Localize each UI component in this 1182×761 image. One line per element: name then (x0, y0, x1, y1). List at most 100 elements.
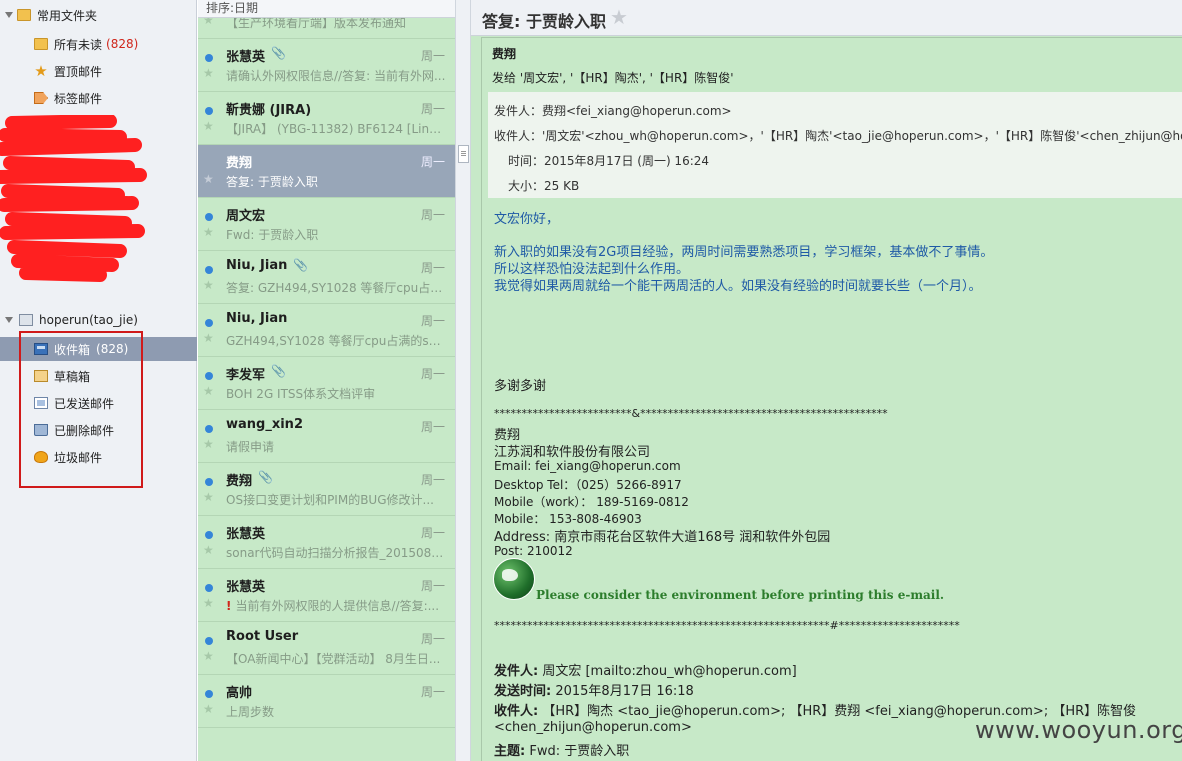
message-row[interactable]: 张慧英 周一 ★ sonar代码自动扫描分析报告_20150817 (198, 516, 455, 569)
message-subject: ! 当前有外网权限的人提供信息//答复:... (226, 597, 446, 614)
folder-label: 所有未读 (54, 37, 103, 52)
star-icon[interactable]: ★ (203, 331, 214, 345)
message-row[interactable]: Root User 周一 ★ 【OA新闻中心】【党群活动】 8月生日... (198, 622, 455, 675)
size-line: 大小：25 KB (508, 179, 580, 193)
message-subject: 上周步数 (226, 703, 446, 720)
paperclip-icon: 📎 (271, 364, 286, 378)
message-subject: 答复: GZH494,SY1028 等餐厅cpu占满... (226, 279, 446, 296)
scrollbar-thumb[interactable] (458, 145, 469, 163)
email-subject: 答复: 于贾龄入职 (482, 12, 606, 31)
star-icon[interactable]: ★ (203, 437, 214, 451)
account-header[interactable]: hoperun(tao_jie) (0, 308, 197, 332)
message-subject: Fwd: 于贾龄入职 (226, 226, 446, 243)
watermark: www.wooyun.org (975, 716, 1182, 744)
fwd-to-label: 收件人: (494, 704, 539, 719)
message-row[interactable]: 张慧英 周一 ★! 当前有外网权限的人提供信息//答复:... (198, 569, 455, 622)
paperclip-icon: 📎 (258, 470, 273, 484)
collapse-arrow-icon[interactable] (5, 317, 13, 323)
unread-count: (828) (106, 37, 139, 51)
sig-email: Email: fei_xiang@hoperun.com (494, 459, 681, 473)
collapse-arrow-icon[interactable] (5, 12, 13, 18)
message-row[interactable]: Niu, Jian 周一 ★ 答复: GZH494,SY1028 等餐厅cpu占满..… (198, 251, 455, 304)
message-row[interactable]: 周文宏 周一 ★ Fwd: 于贾龄入职 (198, 198, 455, 251)
message-subject: 答复: 于贾龄入职 (226, 173, 446, 190)
scrollbar[interactable] (455, 0, 471, 761)
important-icon: ! (226, 599, 232, 613)
environment-notice: Please consider the environment before p… (536, 588, 945, 602)
time-line: 时间：2015年8月17日 (周一) 16:24 (508, 154, 710, 168)
star-icon[interactable]: ★ (203, 172, 214, 186)
star-icon[interactable]: ★ (203, 278, 214, 292)
paperclip-icon: 📎 (271, 46, 286, 60)
message-subject: 请假申请 (226, 438, 446, 455)
fwd-subject-label: 主题: (494, 744, 526, 759)
folder-icon (34, 38, 48, 50)
sig-mobile: Mobile： 153-808-46903 (494, 512, 642, 526)
star-icon[interactable]: ★ (203, 225, 214, 239)
message-date: 周一 (420, 526, 445, 540)
message-row[interactable]: 靳贵娜 (JIRA) 周一 ★ 【JIRA】 (YBG-11382) BF6124 [… (198, 92, 455, 145)
message-sender: 张慧英 (226, 580, 266, 595)
message-row[interactable]: 费翔 周一 ★ OS接口变更计划和PIM的BUG修改计... 📎 (198, 463, 455, 516)
separator: *************************&**************… (494, 407, 888, 420)
fwd-to-cont: <chen_zhijun@hoperun.com> (494, 720, 692, 735)
sig-company: 江苏润和软件股份有限公司 (494, 445, 651, 460)
folder-pane: 常用文件夹 所有未读 (828) ★ 置顶邮件 标签邮件 hoperun(tao… (0, 0, 197, 761)
message-row[interactable]: 费翔 周一 ★ 答复: 于贾龄入职 (198, 145, 455, 198)
reading-pane: 答复: 于贾龄入职 ★ 费翔 发给 '周文宏', '【HR】陶杰', '【HR】… (471, 0, 1182, 761)
star-icon[interactable]: ★ (203, 702, 214, 716)
fwd-sent-label: 发送时间: (494, 684, 552, 699)
sig-tel: Desktop Tel：（025）5266-8917 (494, 478, 682, 492)
message-date: 周一 (420, 155, 445, 169)
favorites-label: 常用文件夹 (37, 8, 98, 23)
star-icon[interactable]: ★ (203, 490, 214, 504)
message-date: 周一 (420, 49, 445, 63)
folder-label: 置顶邮件 (54, 64, 103, 79)
fwd-subject-value: Fwd: 于贾龄入职 (525, 744, 630, 759)
message-sender: 高帅 (226, 686, 253, 701)
unread-dot-icon (205, 107, 213, 115)
star-icon[interactable]: ★ (610, 5, 628, 29)
favorites-header[interactable]: 常用文件夹 (0, 3, 197, 27)
message-date: 周一 (420, 261, 445, 275)
sig-mobile-work: Mobile（work）： 189-5169-0812 (494, 495, 689, 509)
sig-post: Post: 210012 (494, 544, 573, 558)
sort-selector[interactable]: 排序:日期 (198, 0, 455, 18)
message-row[interactable]: 张慧英 周一 ★ 请确认外网权限信息//答复: 当前有外网... 📎 (198, 39, 455, 92)
unread-dot-icon (205, 478, 213, 486)
subject-text: OS接口变更计划和PIM的BUG修改计... (226, 493, 434, 507)
globe-icon (493, 558, 535, 600)
message-sender: wang_xin2 (226, 417, 303, 432)
message-row[interactable]: Niu, Jian 周一 ★ GZH494,SY1028 等餐厅cpu占满的sql..… (198, 304, 455, 357)
star-icon[interactable]: ★ (203, 384, 214, 398)
message-row[interactable]: wang_xin2 周一 ★ 请假申请 (198, 410, 455, 463)
star-icon[interactable]: ★ (203, 119, 214, 133)
folder-pinned[interactable]: ★ 置顶邮件 (0, 59, 197, 83)
message-date: 周一 (420, 102, 445, 116)
star-icon[interactable]: ★ (203, 66, 214, 80)
unread-dot-icon (205, 425, 213, 433)
folder-all-unread[interactable]: 所有未读 (828) (0, 32, 197, 56)
message-date: 周一 (420, 632, 445, 646)
folder-tagged[interactable]: 标签邮件 (0, 86, 197, 110)
unread-dot-icon (205, 54, 213, 62)
subject-text: 请假申请 (226, 440, 275, 454)
message-subject: GZH494,SY1028 等餐厅cpu占满的sql... (226, 332, 446, 349)
sender-line: 发件人：费翔<fei_xiang@hoperun.com> (494, 104, 732, 118)
unread-dot-icon (205, 319, 213, 327)
unread-dot-icon (205, 266, 213, 274)
unread-dot-icon (205, 690, 213, 698)
star-icon[interactable]: ★ (203, 649, 214, 663)
header-info-box: 发件人：费翔<fei_xiang@hoperun.com> 收件人：'周文宏'<… (488, 92, 1182, 198)
message-subject: sonar代码自动扫描分析报告_20150817 (226, 544, 446, 561)
message-row[interactable]: 李发军 周一 ★ BOH 2G ITSS体系文档评审 📎 (198, 357, 455, 410)
account-icon (19, 314, 33, 326)
star-icon[interactable]: ★ (203, 543, 214, 557)
message-row[interactable]: 高帅 周一 ★ 上周步数 (198, 675, 455, 728)
fwd-sent-value: 2015年8月17日 16:18 (551, 684, 694, 699)
unread-dot-icon (205, 531, 213, 539)
fwd-sent: 发送时间: 2015年8月17日 16:18 (494, 680, 694, 699)
star-icon[interactable]: ★ (203, 596, 214, 610)
unread-dot-icon (205, 584, 213, 592)
message-sender: 费翔 (226, 474, 253, 489)
